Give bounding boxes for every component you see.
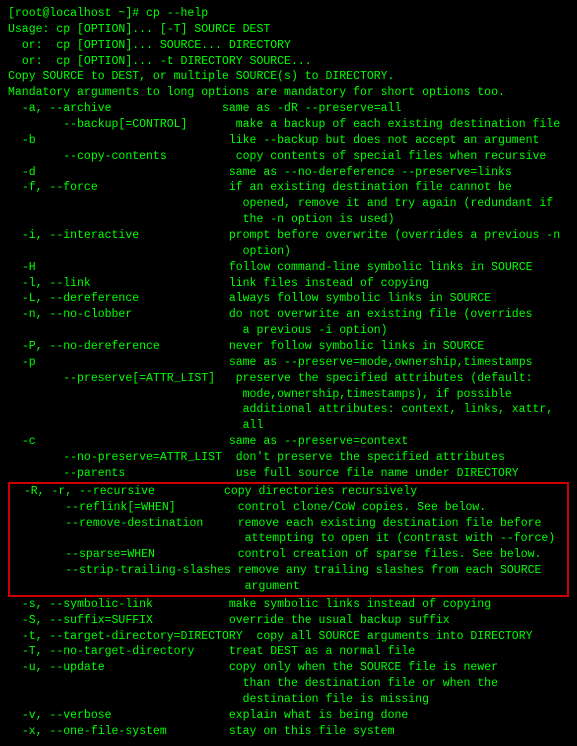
terminal-line: -f, --force if an existing destination f… [8, 180, 569, 196]
terminal-line: a previous -i option) [8, 323, 569, 339]
terminal-line: -s, --symbolic-link make symbolic links … [8, 597, 569, 613]
terminal-line: additional attributes: context, links, x… [8, 402, 569, 418]
terminal-line: mode,ownership,timestamps), if possible [8, 387, 569, 403]
normal-lines-after: -s, --symbolic-link make symbolic links … [8, 597, 569, 740]
terminal-line: Copy SOURCE to DEST, or multiple SOURCE(… [8, 69, 569, 85]
terminal-line: -t, --target-directory=DIRECTORY copy al… [8, 629, 569, 645]
terminal-line: option) [8, 244, 569, 260]
terminal-line: -u, --update copy only when the SOURCE f… [8, 660, 569, 676]
terminal-line: or: cp [OPTION]... SOURCE... DIRECTORY [8, 38, 569, 54]
terminal-line: --copy-contents copy contents of special… [8, 149, 569, 165]
terminal-line: -x, --one-file-system stay on this file … [8, 724, 569, 740]
terminal-line-highlighted: --remove-destination remove each existin… [10, 516, 567, 532]
terminal-line-highlighted: argument [10, 579, 567, 595]
terminal-line: destination file is missing [8, 692, 569, 708]
terminal-line: -L, --dereference always follow symbolic… [8, 291, 569, 307]
terminal-line-highlighted: attempting to open it (contrast with --f… [10, 531, 567, 547]
terminal-line: --no-preserve=ATTR_LIST don't preserve t… [8, 450, 569, 466]
terminal-line: -d same as --no-dereference --preserve=l… [8, 165, 569, 181]
terminal-line-highlighted: -R, -r, --recursive copy directories rec… [10, 484, 567, 500]
terminal-line: -v, --verbose explain what is being done [8, 708, 569, 724]
terminal-line: -b like --backup but does not accept an … [8, 133, 569, 149]
terminal-line: -n, --no-clobber do not overwrite an exi… [8, 307, 569, 323]
terminal-line: Mandatory arguments to long options are … [8, 85, 569, 101]
highlighted-lines: -R, -r, --recursive copy directories rec… [10, 484, 567, 595]
prompt-line: [root@localhost ~]# cp --help [8, 7, 208, 20]
terminal-content: Usage: cp [OPTION]... [-T] SOURCE DEST o… [8, 22, 569, 740]
terminal-line: -i, --interactive prompt before overwrit… [8, 228, 569, 244]
terminal-line: -H follow command-line symbolic links in… [8, 260, 569, 276]
terminal-line: -a, --archive same as -dR --preserve=all [8, 101, 569, 117]
terminal-line-highlighted: --strip-trailing-slashes remove any trai… [10, 563, 567, 579]
terminal-line: -p same as --preserve=mode,ownership,tim… [8, 355, 569, 371]
terminal-line: the -n option is used) [8, 212, 569, 228]
terminal-line: -c same as --preserve=context [8, 434, 569, 450]
terminal-line: -P, --no-dereference never follow symbol… [8, 339, 569, 355]
terminal-line: or: cp [OPTION]... -t DIRECTORY SOURCE..… [8, 54, 569, 70]
terminal-line: --parents use full source file name unde… [8, 466, 569, 482]
terminal-output: [root@localhost ~]# cp --help [8, 6, 569, 22]
terminal-line: all [8, 418, 569, 434]
terminal-line: than the destination file or when the [8, 676, 569, 692]
terminal-line: opened, remove it and try again (redunda… [8, 196, 569, 212]
terminal-line: -T, --no-target-directory treat DEST as … [8, 644, 569, 660]
terminal-line: -S, --suffix=SUFFIX override the usual b… [8, 613, 569, 629]
highlighted-recursive-block: -R, -r, --recursive copy directories rec… [8, 482, 569, 597]
terminal-line: Usage: cp [OPTION]... [-T] SOURCE DEST [8, 22, 569, 38]
terminal-line: -l, --link link files instead of copying [8, 276, 569, 292]
normal-lines-before: Usage: cp [OPTION]... [-T] SOURCE DEST o… [8, 22, 569, 482]
terminal-line-highlighted: --sparse=WHEN control creation of sparse… [10, 547, 567, 563]
terminal-line-highlighted: --reflink[=WHEN] control clone/CoW copie… [10, 500, 567, 516]
terminal-line: --preserve[=ATTR_LIST] preserve the spec… [8, 371, 569, 387]
terminal-line: --backup[=CONTROL] make a backup of each… [8, 117, 569, 133]
